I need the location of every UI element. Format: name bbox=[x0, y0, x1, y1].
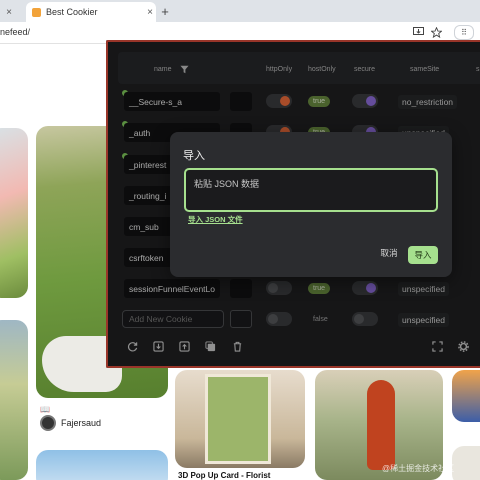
pin-image[interactable] bbox=[452, 446, 480, 480]
pin-image[interactable] bbox=[452, 370, 480, 422]
browser-tab-active[interactable]: Best Cookier × bbox=[26, 2, 156, 22]
extensions-icon[interactable]: ⠿ bbox=[454, 25, 474, 40]
pin-image[interactable] bbox=[0, 128, 28, 298]
person-figure bbox=[367, 380, 395, 470]
new-tab-button[interactable]: + bbox=[158, 2, 172, 20]
browser-tab-previous[interactable]: × bbox=[0, 2, 24, 22]
cancel-button[interactable]: 取消 bbox=[375, 247, 403, 259]
cookie-favicon-icon bbox=[32, 7, 41, 17]
browser-tab-bar: × Best Cookier × + bbox=[0, 0, 480, 22]
flower-stand bbox=[205, 374, 271, 464]
creator-name[interactable]: Fajersaud bbox=[61, 418, 101, 428]
bookmark-star-icon[interactable] bbox=[430, 26, 442, 38]
url-text[interactable]: nefeed/ bbox=[0, 27, 30, 37]
pin-title[interactable]: 3D Pop Up Card - Florist bbox=[178, 471, 270, 480]
pin-image[interactable] bbox=[0, 320, 28, 480]
pin-image[interactable] bbox=[36, 450, 168, 480]
import-dialog: 导入 粘贴 JSON 数据 导入 JSON 文件 取消 导入 bbox=[170, 132, 452, 277]
json-input[interactable]: 粘贴 JSON 数据 bbox=[184, 168, 438, 212]
close-icon[interactable]: × bbox=[3, 7, 15, 18]
tab-title: Best Cookier bbox=[46, 7, 98, 17]
import-json-file-link[interactable]: 导入 JSON 文件 bbox=[188, 214, 243, 225]
watermark: @稀土掘金技术社区 bbox=[382, 464, 455, 473]
install-app-icon[interactable] bbox=[412, 26, 424, 38]
avatar[interactable] bbox=[40, 415, 56, 431]
import-button[interactable]: 导入 bbox=[408, 246, 438, 264]
pin-image-popup-card[interactable] bbox=[175, 370, 305, 468]
book-icon: 📖 bbox=[40, 405, 50, 414]
close-icon[interactable]: × bbox=[144, 7, 156, 18]
dialog-title: 导入 bbox=[183, 150, 205, 162]
pin-creator[interactable]: Fajersaud bbox=[40, 415, 101, 431]
